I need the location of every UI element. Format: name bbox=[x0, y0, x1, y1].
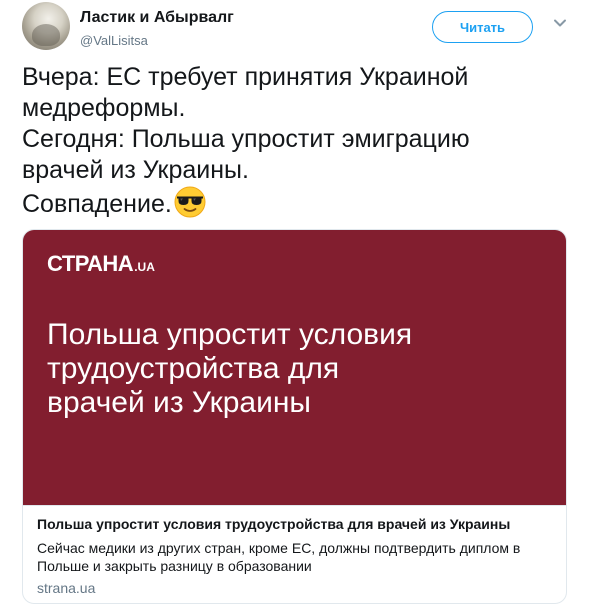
tweet-line: медреформы. bbox=[22, 94, 186, 122]
card-description: Сейчас медики из других стран, кроме ЕС,… bbox=[37, 539, 552, 575]
chevron-down-icon[interactable] bbox=[552, 15, 568, 31]
card-image[interactable]: СТРАНА.UA Польша упростит условия трудоу… bbox=[23, 230, 566, 505]
headline-line: трудоустройства для bbox=[47, 352, 340, 385]
tweet-line: Совпадение. bbox=[22, 190, 172, 218]
link-card[interactable]: СТРАНА.UA Польша упростит условия трудоу… bbox=[22, 229, 567, 604]
author-handle[interactable]: @ValLisitsa bbox=[80, 33, 148, 48]
tweet-line-last: Совпадение. bbox=[22, 186, 562, 220]
headline-line: Польша упростит условия bbox=[47, 318, 413, 351]
description-line: Польше и закрыть разницу в образовании bbox=[37, 558, 312, 574]
card-image-headline: Польша упростит условия трудоустройства … bbox=[47, 318, 547, 420]
headline-line: врачей из Украины bbox=[47, 386, 311, 419]
tweet-line: Вчера: ЕС требует принятия Украиной bbox=[22, 63, 469, 91]
author-name[interactable]: Ластик и Абырвалг bbox=[80, 9, 234, 27]
tweet-line: врачей из Украины. bbox=[22, 156, 249, 184]
card-title[interactable]: Польша упростит условия трудоустройства … bbox=[37, 516, 510, 532]
sunglasses-emoji-icon bbox=[174, 186, 206, 218]
avatar[interactable] bbox=[22, 2, 70, 50]
description-line: Сейчас медики из других стран, кроме ЕС,… bbox=[37, 540, 521, 556]
brand-logo: СТРАНА.UA bbox=[47, 251, 155, 276]
card-domain: strana.ua bbox=[37, 580, 96, 596]
tweet-text: Вчера: ЕС требует принятия Украиной медр… bbox=[22, 62, 562, 220]
tweet: Ластик и Абырвалг @ValLisitsa Читать Вче… bbox=[0, 0, 590, 604]
card-body[interactable]: Польша упростит условия трудоустройства … bbox=[23, 505, 566, 603]
tweet-line: Сегодня: Польша упростит эмиграцию bbox=[22, 125, 470, 153]
follow-button[interactable]: Читать bbox=[432, 11, 533, 43]
